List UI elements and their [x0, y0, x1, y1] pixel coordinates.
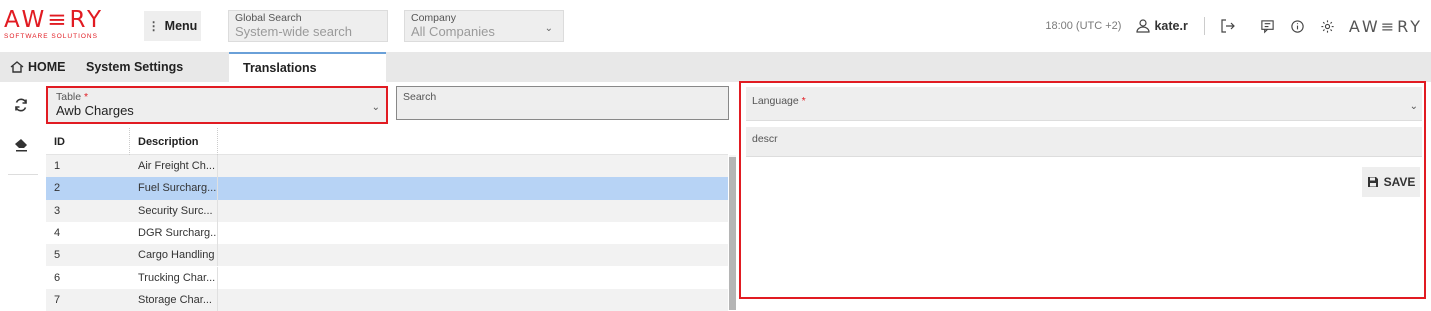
user-menu[interactable]: kate.r [1135, 18, 1188, 34]
translations-table: ID Description 1 Air Freight Ch... 2 Fuel S… [46, 128, 736, 311]
cell-description: Cargo Handling [130, 244, 218, 267]
table-row[interactable]: 4 DGR Surcharg... [46, 221, 728, 245]
global-search-label: Global Search [235, 12, 302, 24]
company-label: Company [411, 12, 456, 24]
column-header-description[interactable]: Description [130, 128, 218, 155]
table-row[interactable]: 2 Fuel Surcharg... [46, 177, 728, 200]
cell-id: 2 [54, 182, 61, 195]
tab-system-settings-label: System Settings [86, 60, 184, 74]
descr-input[interactable]: descr [746, 127, 1422, 157]
search-input[interactable]: Search [396, 86, 729, 120]
logo-wordmark: AW≡RY [4, 7, 105, 33]
logout-icon[interactable] [1219, 17, 1237, 35]
language-label-text: Language [752, 95, 799, 107]
table-row[interactable]: 6 Trucking Char... [46, 266, 728, 289]
column-header-id[interactable]: ID [46, 128, 130, 155]
save-label: SAVE [1383, 175, 1416, 189]
header-brand-logo: AW≡RY [1348, 16, 1423, 36]
cell-id: 3 [54, 204, 61, 217]
cell-description: Trucking Char... [130, 266, 218, 289]
left-toolbar [0, 82, 41, 310]
scrollbar-thumb[interactable] [729, 157, 736, 310]
language-select[interactable]: Language * ⌄ [746, 87, 1422, 121]
table-row[interactable]: 3 Security Surc... [46, 199, 728, 222]
cell-description: Storage Char... [130, 288, 218, 311]
gear-icon[interactable] [1319, 17, 1337, 35]
company-value: All Companies [411, 24, 495, 39]
toolbar-divider [8, 174, 38, 175]
cell-id: 4 [54, 227, 61, 240]
cell-description: Fuel Surcharg... [130, 177, 218, 200]
clock-time: 18:00 (UTC +2) [1045, 20, 1122, 32]
table-select-value: Awb Charges [56, 103, 134, 118]
eraser-icon [15, 139, 27, 152]
table-select[interactable]: Table * Awb Charges ⌄ [46, 86, 388, 124]
info-icon[interactable] [1289, 17, 1307, 35]
descr-label: descr [752, 133, 778, 145]
tab-bar: HOME System Settings Translations [0, 52, 1431, 82]
company-logo[interactable]: AW≡RY SOFTWARE SOLUTIONS [4, 8, 124, 48]
menu-label: Menu [164, 19, 198, 33]
logo-subtext: SOFTWARE SOLUTIONS [4, 33, 98, 40]
refresh-icon [15, 98, 27, 112]
menu-button[interactable]: ⋮ Menu [144, 11, 201, 41]
search-label: Search [403, 91, 437, 103]
table-row[interactable]: 1 Air Freight Ch... [46, 155, 728, 178]
chevron-down-icon: ⌄ [544, 23, 553, 34]
required-mark: * [84, 91, 89, 103]
tab-translations-label: Translations [243, 61, 317, 75]
global-search-placeholder: System-wide search [235, 24, 353, 39]
refresh-button[interactable] [10, 94, 32, 116]
cell-id: 6 [54, 271, 61, 284]
required-mark: * [801, 95, 806, 107]
top-bar: AW≡RY SOFTWARE SOLUTIONS ⋮ Menu Global S… [0, 0, 1431, 52]
home-icon [10, 61, 24, 73]
translation-edit-panel: Language * ⌄ descr SAVE [739, 81, 1426, 299]
username: kate.r [1154, 19, 1188, 33]
chevron-down-icon: ⌄ [371, 102, 380, 113]
header-right-area: 18:00 (UTC +2) kate.r AW≡RY [1045, 0, 1431, 52]
cell-description: DGR Surcharg... [130, 221, 218, 245]
tab-translations[interactable]: Translations [229, 52, 386, 82]
cell-id: 1 [54, 160, 61, 173]
header-divider [1203, 17, 1205, 35]
table-row[interactable]: 5 Cargo Handling [46, 244, 728, 267]
table-label-text: Table [56, 91, 82, 103]
table-row[interactable]: 7 Storage Char... [46, 288, 728, 311]
chevron-down-icon: ⌄ [1409, 101, 1418, 112]
user-icon [1136, 19, 1151, 33]
global-search-input[interactable]: Global Search System-wide search [228, 10, 388, 42]
language-label: Language * [752, 95, 806, 107]
tab-home[interactable]: HOME [0, 52, 76, 82]
tab-home-label: HOME [28, 60, 66, 74]
save-button[interactable]: SAVE [1362, 167, 1420, 197]
table-select-label: Table * [56, 91, 378, 103]
kebab-icon: ⋮ [147, 19, 160, 33]
clear-button[interactable] [10, 134, 32, 156]
floppy-disk-icon [1367, 177, 1378, 187]
cell-description: Security Surc... [130, 199, 218, 222]
tab-system-settings[interactable]: System Settings [76, 52, 193, 82]
table-header: ID Description [46, 128, 728, 155]
cell-id: 7 [54, 293, 61, 306]
chat-icon[interactable] [1259, 17, 1277, 35]
table-scrollbar[interactable] [729, 155, 736, 310]
cell-description: Air Freight Ch... [130, 155, 218, 178]
company-select[interactable]: Company All Companies ⌄ [404, 10, 564, 42]
cell-id: 5 [54, 249, 61, 262]
